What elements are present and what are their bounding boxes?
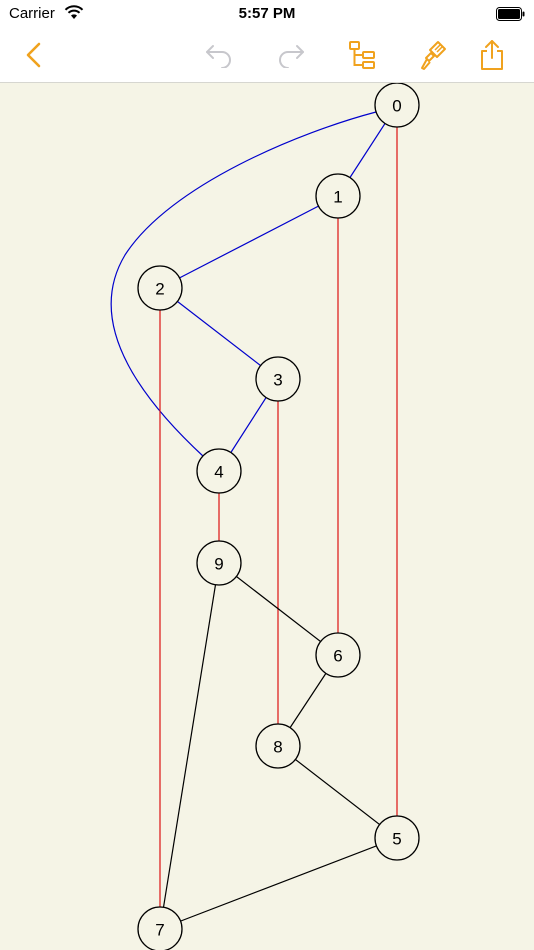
graph-node-1[interactable]: 1 (315, 173, 361, 219)
redo-button[interactable] (274, 38, 308, 72)
layout-tree-button[interactable] (345, 38, 379, 72)
node-label: 0 (392, 97, 401, 116)
edges-layer (110, 104, 398, 930)
graph-node-6[interactable]: 6 (315, 632, 361, 678)
share-button[interactable] (475, 38, 509, 72)
graph-node-4[interactable]: 4 (196, 448, 242, 494)
node-label: 6 (333, 647, 342, 666)
graph-node-7[interactable]: 7 (137, 906, 183, 950)
tree-layout-icon (349, 41, 375, 69)
chevron-left-icon (26, 42, 41, 68)
graph-canvas[interactable]: 0 1 2 3 4 9 6 8 5 7 (0, 83, 534, 950)
toolbar (0, 28, 534, 83)
redo-icon (279, 45, 304, 68)
graph-edge-7-9[interactable] (159, 562, 220, 930)
status-bar: Carrier 5:57 PM (0, 0, 534, 28)
graph-node-8[interactable]: 8 (255, 723, 301, 769)
node-label: 4 (214, 463, 223, 482)
node-label: 1 (333, 188, 342, 207)
graph-node-2[interactable]: 2 (137, 265, 183, 311)
paintbrush-icon (421, 41, 446, 70)
graph-edge-5-7[interactable] (159, 837, 398, 930)
undo-button[interactable] (202, 38, 236, 72)
battery-icon (496, 7, 526, 26)
node-label: 9 (214, 555, 223, 574)
node-label: 7 (155, 921, 164, 940)
node-label: 5 (392, 830, 401, 849)
share-icon (481, 40, 503, 70)
node-label: 8 (273, 738, 282, 757)
graph-node-9[interactable]: 9 (196, 540, 242, 586)
back-button[interactable] (17, 38, 51, 72)
node-label: 3 (273, 371, 282, 390)
graph-edge-1-2[interactable] (159, 195, 339, 289)
undo-icon (206, 45, 231, 68)
graph-node-3[interactable]: 3 (255, 356, 301, 402)
style-brush-button[interactable] (416, 38, 450, 72)
graph-node-5[interactable]: 5 (374, 815, 420, 861)
clock-label: 5:57 PM (238, 5, 296, 22)
graph-node-0[interactable]: 0 (374, 83, 420, 128)
node-label: 2 (155, 280, 164, 299)
graph-svg[interactable]: 0 1 2 3 4 9 6 8 5 7 (0, 83, 534, 950)
